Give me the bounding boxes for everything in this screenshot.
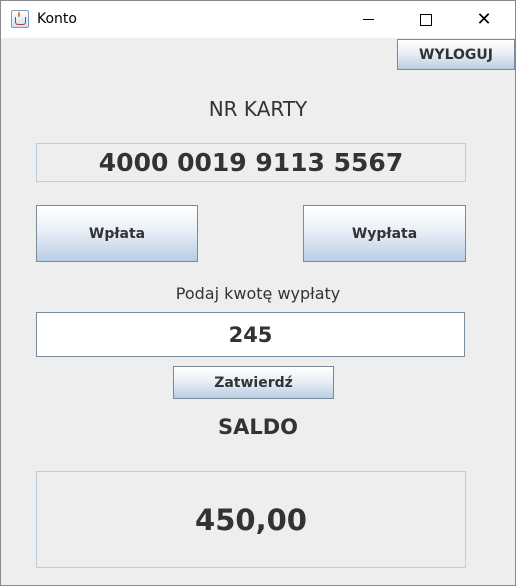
- app-window: Konto ✕ WYLOGUJ NR KARTY 4000 0019 9113 …: [0, 0, 516, 586]
- minimize-icon: [362, 19, 374, 20]
- deposit-button[interactable]: Wpłata: [36, 205, 198, 262]
- maximize-button[interactable]: [397, 1, 455, 38]
- amount-input[interactable]: 245: [36, 312, 465, 357]
- withdraw-button[interactable]: Wypłata: [303, 205, 466, 262]
- window-title: Konto: [37, 11, 77, 27]
- amount-prompt: Podaj kwotę wypłaty: [175, 284, 341, 303]
- title-bar[interactable]: Konto ✕: [1, 1, 515, 38]
- close-icon: ✕: [476, 8, 492, 30]
- java-app-icon: [11, 10, 29, 28]
- card-number-display: 4000 0019 9113 5567: [36, 143, 466, 182]
- maximize-icon: [420, 13, 432, 26]
- card-number-label: NR KARTY: [208, 97, 308, 121]
- balance-label: SALDO: [217, 415, 299, 439]
- balance-display: 450,00: [36, 471, 466, 568]
- confirm-button[interactable]: Zatwierdź: [173, 366, 334, 399]
- logout-button[interactable]: WYLOGUJ: [397, 39, 515, 70]
- minimize-button[interactable]: [339, 1, 397, 38]
- close-button[interactable]: ✕: [455, 1, 513, 38]
